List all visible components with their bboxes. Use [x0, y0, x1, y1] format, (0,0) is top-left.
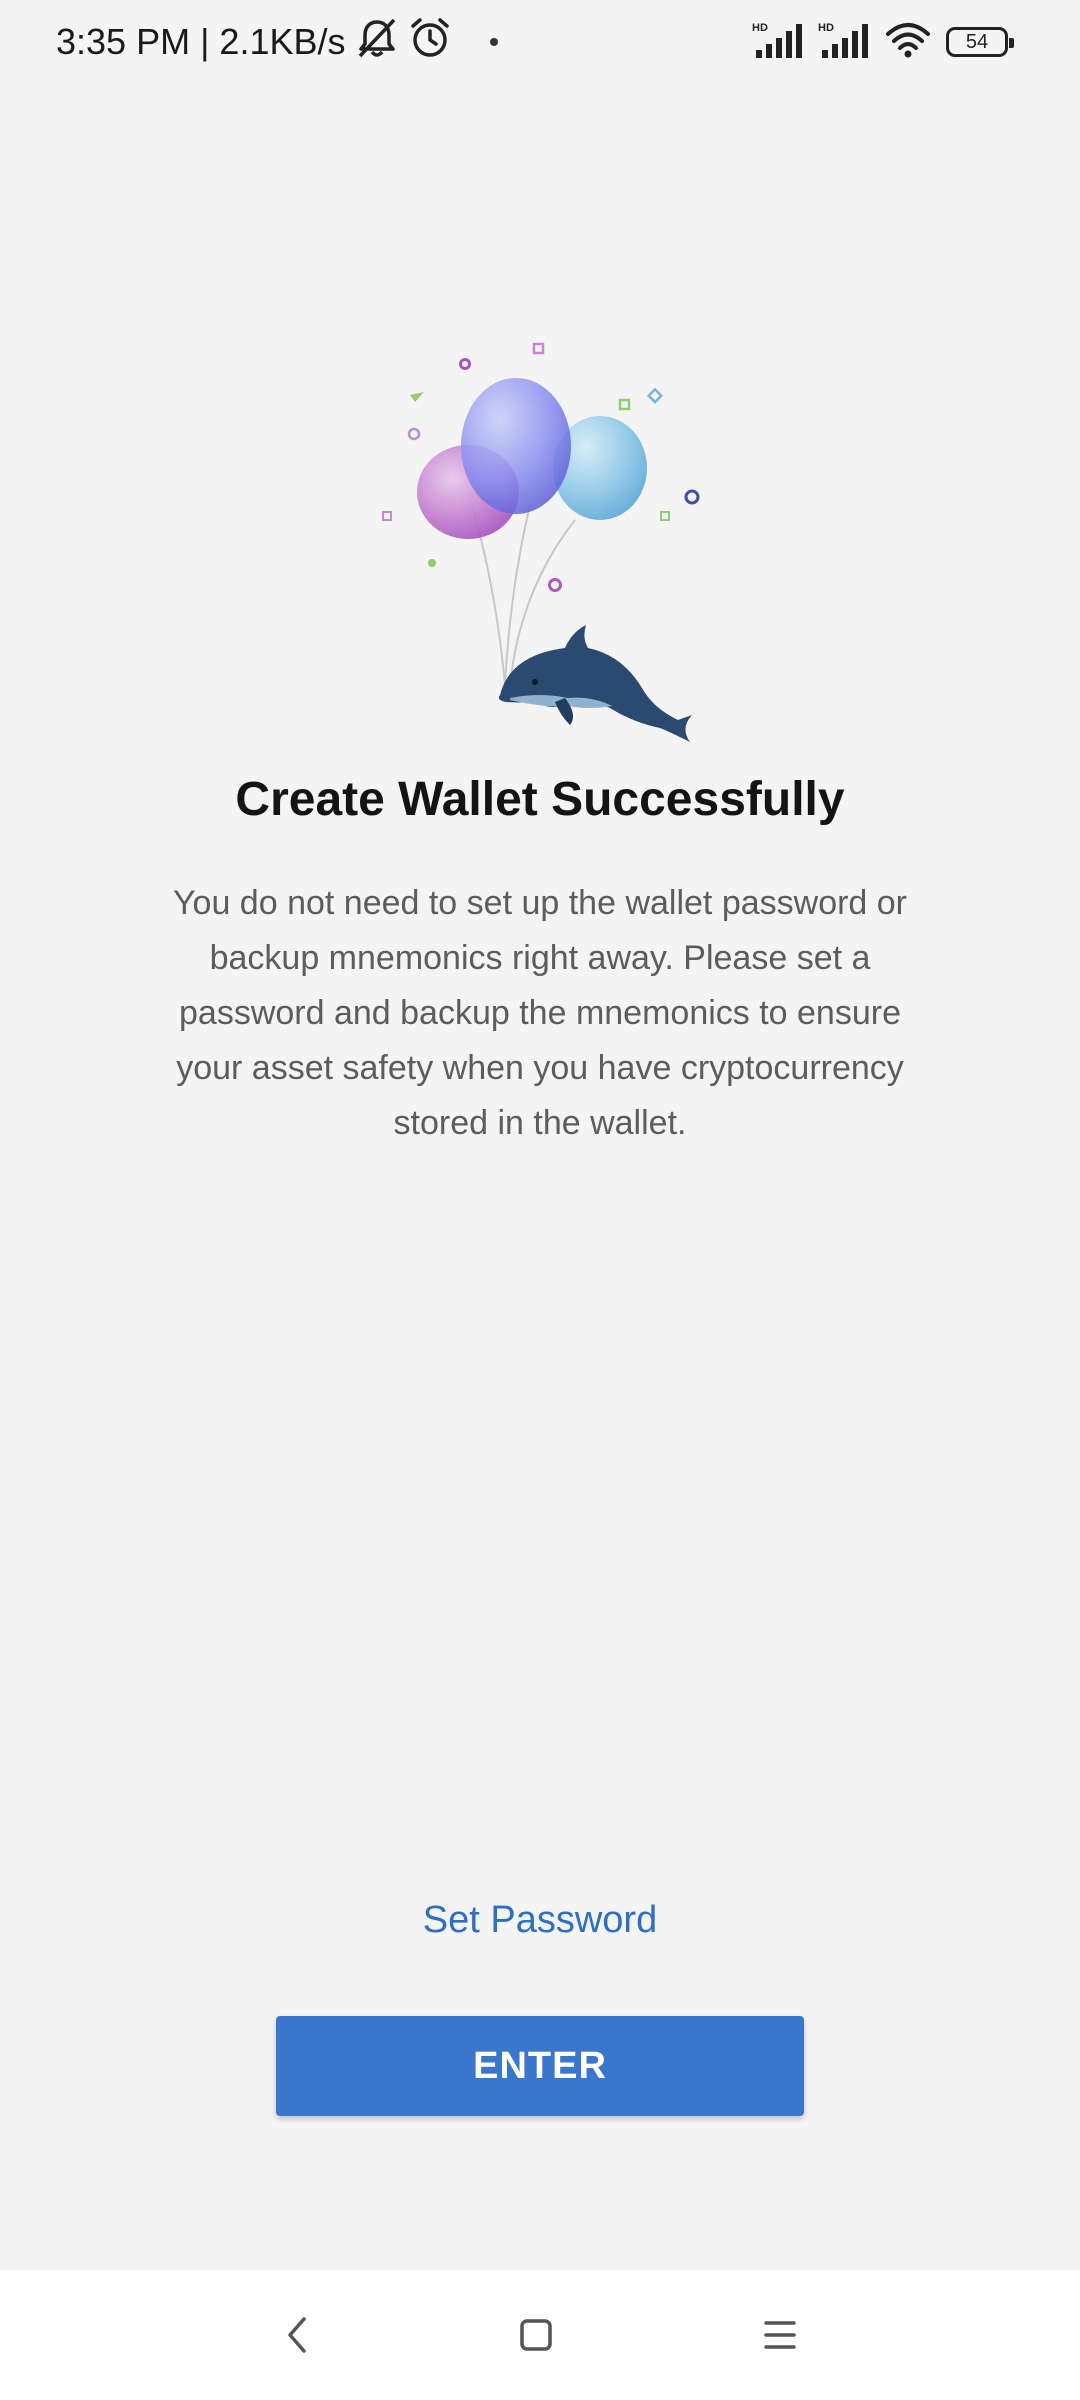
screen: 3:35 PM | 2.1KB/s HD HD 54 Create Wallet…: [0, 0, 1080, 2400]
svg-text:HD: HD: [752, 22, 768, 34]
wifi-icon: [884, 20, 932, 65]
hd-signal-icon: HD: [752, 20, 804, 65]
status-right: HD HD 54: [752, 20, 1014, 65]
hd-signal-icon: HD: [818, 20, 870, 65]
status-bar: 3:35 PM | 2.1KB/s HD HD 54: [0, 0, 1080, 84]
dolphin-with-balloons-illustration: [360, 330, 720, 750]
alarm-icon: [408, 16, 452, 69]
svg-text:HD: HD: [818, 22, 834, 34]
recents-icon[interactable]: [740, 2300, 820, 2370]
mute-bell-icon: [354, 16, 400, 69]
time-and-speed: 3:35 PM | 2.1KB/s: [56, 21, 346, 62]
page-title: Create Wallet Successfully: [235, 773, 845, 826]
home-icon[interactable]: [496, 2300, 576, 2370]
battery-level: 54: [965, 30, 989, 53]
navigation-bar: [0, 2270, 1080, 2400]
enter-button[interactable]: ENTER: [276, 2016, 804, 2116]
description-text: You do not need to set up the wallet pas…: [172, 884, 908, 1142]
battery-icon: 54: [946, 27, 1014, 57]
status-left: 3:35 PM | 2.1KB/s: [56, 16, 498, 69]
back-icon[interactable]: [258, 2300, 338, 2370]
set-password-link[interactable]: Set Password: [340, 1890, 740, 1950]
notification-dot: [489, 38, 498, 46]
